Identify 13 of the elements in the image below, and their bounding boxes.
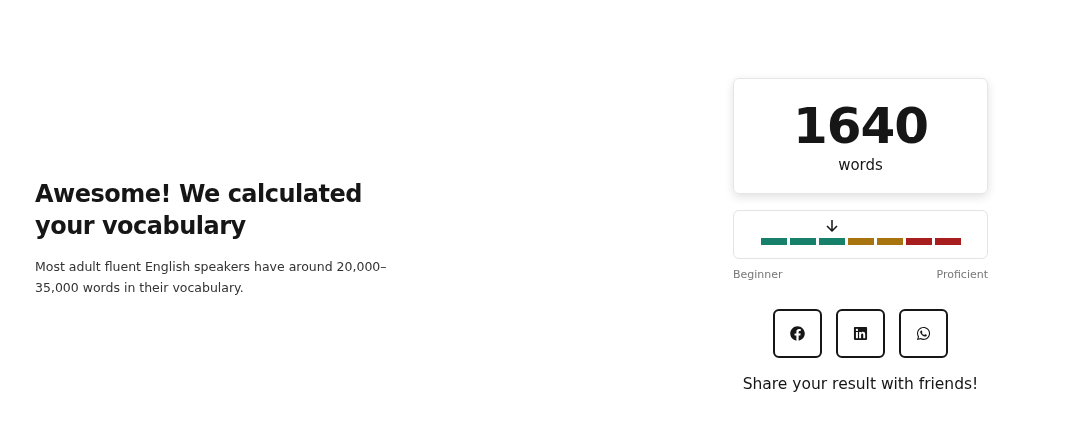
linkedin-icon: [853, 326, 868, 341]
share-caption: Share your result with friends!: [742, 375, 979, 393]
whatsapp-icon: [916, 326, 931, 341]
result-description: Most adult fluent English speakers have around 20,000–35,000 words in their vocabulary.: [35, 258, 388, 297]
linkedin-button[interactable]: [836, 309, 885, 358]
word-unit: words: [838, 156, 883, 174]
facebook-button[interactable]: [773, 309, 822, 358]
whatsapp-button[interactable]: [899, 309, 948, 358]
word-count: 1640: [792, 98, 929, 154]
result-heading: Awesome! We calculated your vocabulary: [35, 179, 363, 242]
min-level-label: Beginner: [733, 268, 783, 281]
facebook-icon: [790, 326, 805, 341]
max-level-label: Proficient: [936, 268, 988, 281]
